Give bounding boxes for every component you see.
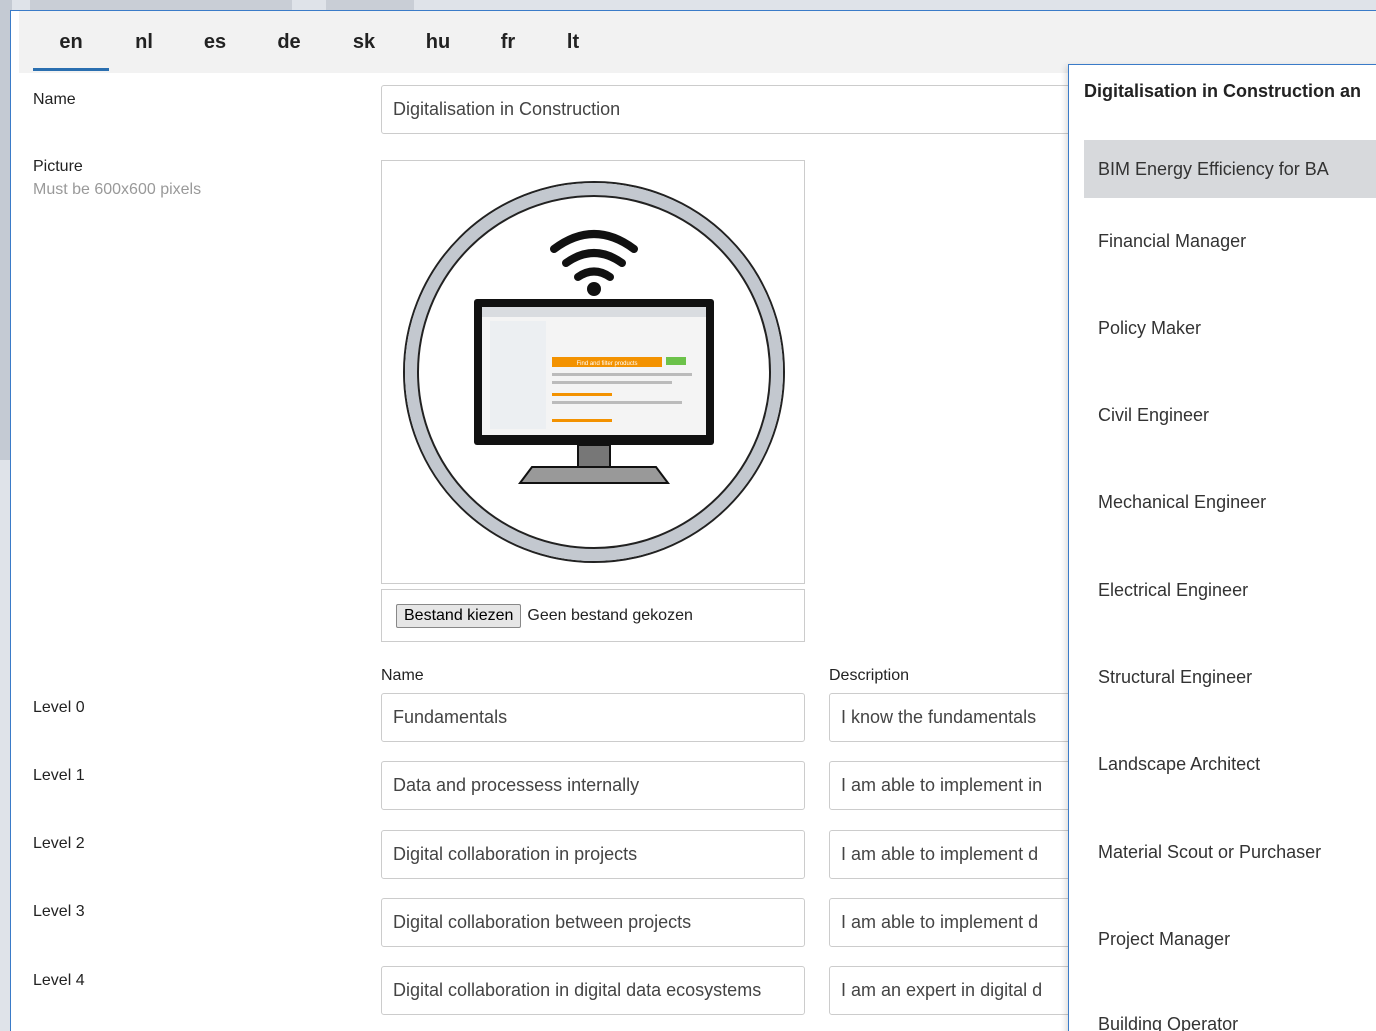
wifi-monitor-icon: Find and filter products [403, 181, 785, 563]
dropdown-item[interactable]: Civil Engineer [1084, 386, 1376, 444]
level-name-input[interactable]: Digital collaboration between projects [381, 898, 805, 947]
level-label: Level 4 [33, 972, 85, 989]
tab-nl[interactable]: nl [109, 11, 179, 73]
tab-lt[interactable]: lt [541, 11, 605, 73]
dropdown-item[interactable]: Financial Manager [1084, 212, 1376, 270]
dropdown-item[interactable]: Building Operator [1084, 995, 1376, 1031]
choose-file-button[interactable]: Bestand kiezen [396, 603, 522, 628]
dropdown-item[interactable]: Material Scout or Purchaser [1084, 823, 1376, 881]
picture-preview: Find and filter products [381, 160, 805, 584]
name-input[interactable]: Digitalisation in Construction [381, 85, 1081, 134]
dropdown-item[interactable]: BIM Energy Efficiency for BA [1084, 140, 1376, 198]
tab-de[interactable]: de [251, 11, 327, 73]
level-label: Level 2 [33, 835, 85, 852]
dropdown-title: Digitalisation in Construction an [1084, 81, 1362, 101]
level-label: Level 3 [33, 903, 85, 920]
tab-hu[interactable]: hu [401, 11, 475, 73]
picture-hint: Must be 600x600 pixels [33, 181, 202, 198]
dropdown-item[interactable]: Project Manager [1084, 910, 1376, 968]
level-name-input[interactable]: Data and processess internally [381, 761, 805, 810]
file-status: Geen bestand gekozen [527, 606, 693, 624]
profile-dropdown[interactable]: Digitalisation in Construction an BIM En… [1068, 64, 1376, 1031]
level-name-input[interactable]: Digital collaboration in digital data ec… [381, 966, 805, 1015]
picture-banner-text: Find and filter products [576, 361, 637, 367]
dropdown-item[interactable]: Policy Maker [1084, 299, 1376, 357]
level-description-column-header: Description [829, 667, 910, 684]
dropdown-item[interactable]: Structural Engineer [1084, 648, 1376, 706]
level-name-input[interactable]: Fundamentals [381, 693, 805, 742]
dropdown-item[interactable]: Landscape Architect [1084, 735, 1376, 793]
dropdown-item[interactable]: Electrical Engineer [1084, 561, 1376, 619]
level-label: Level 0 [33, 699, 85, 716]
dropdown-item[interactable]: Mechanical Engineer [1084, 473, 1376, 531]
file-upload: Bestand kiezen Geen bestand gekozen [381, 589, 805, 642]
tab-sk[interactable]: sk [327, 11, 401, 73]
name-label: Name [33, 91, 76, 108]
tab-en[interactable]: en [33, 11, 109, 73]
level-name-column-header: Name [381, 667, 424, 684]
level-label: Level 1 [33, 767, 85, 784]
tab-es[interactable]: es [179, 11, 251, 73]
level-name-input[interactable]: Digital collaboration in projects [381, 830, 805, 879]
edit-panel: en nl es de sk hu fr lt Name Digitalisat… [10, 10, 1376, 1031]
picture-label: Picture [33, 158, 83, 175]
tab-fr[interactable]: fr [475, 11, 541, 73]
